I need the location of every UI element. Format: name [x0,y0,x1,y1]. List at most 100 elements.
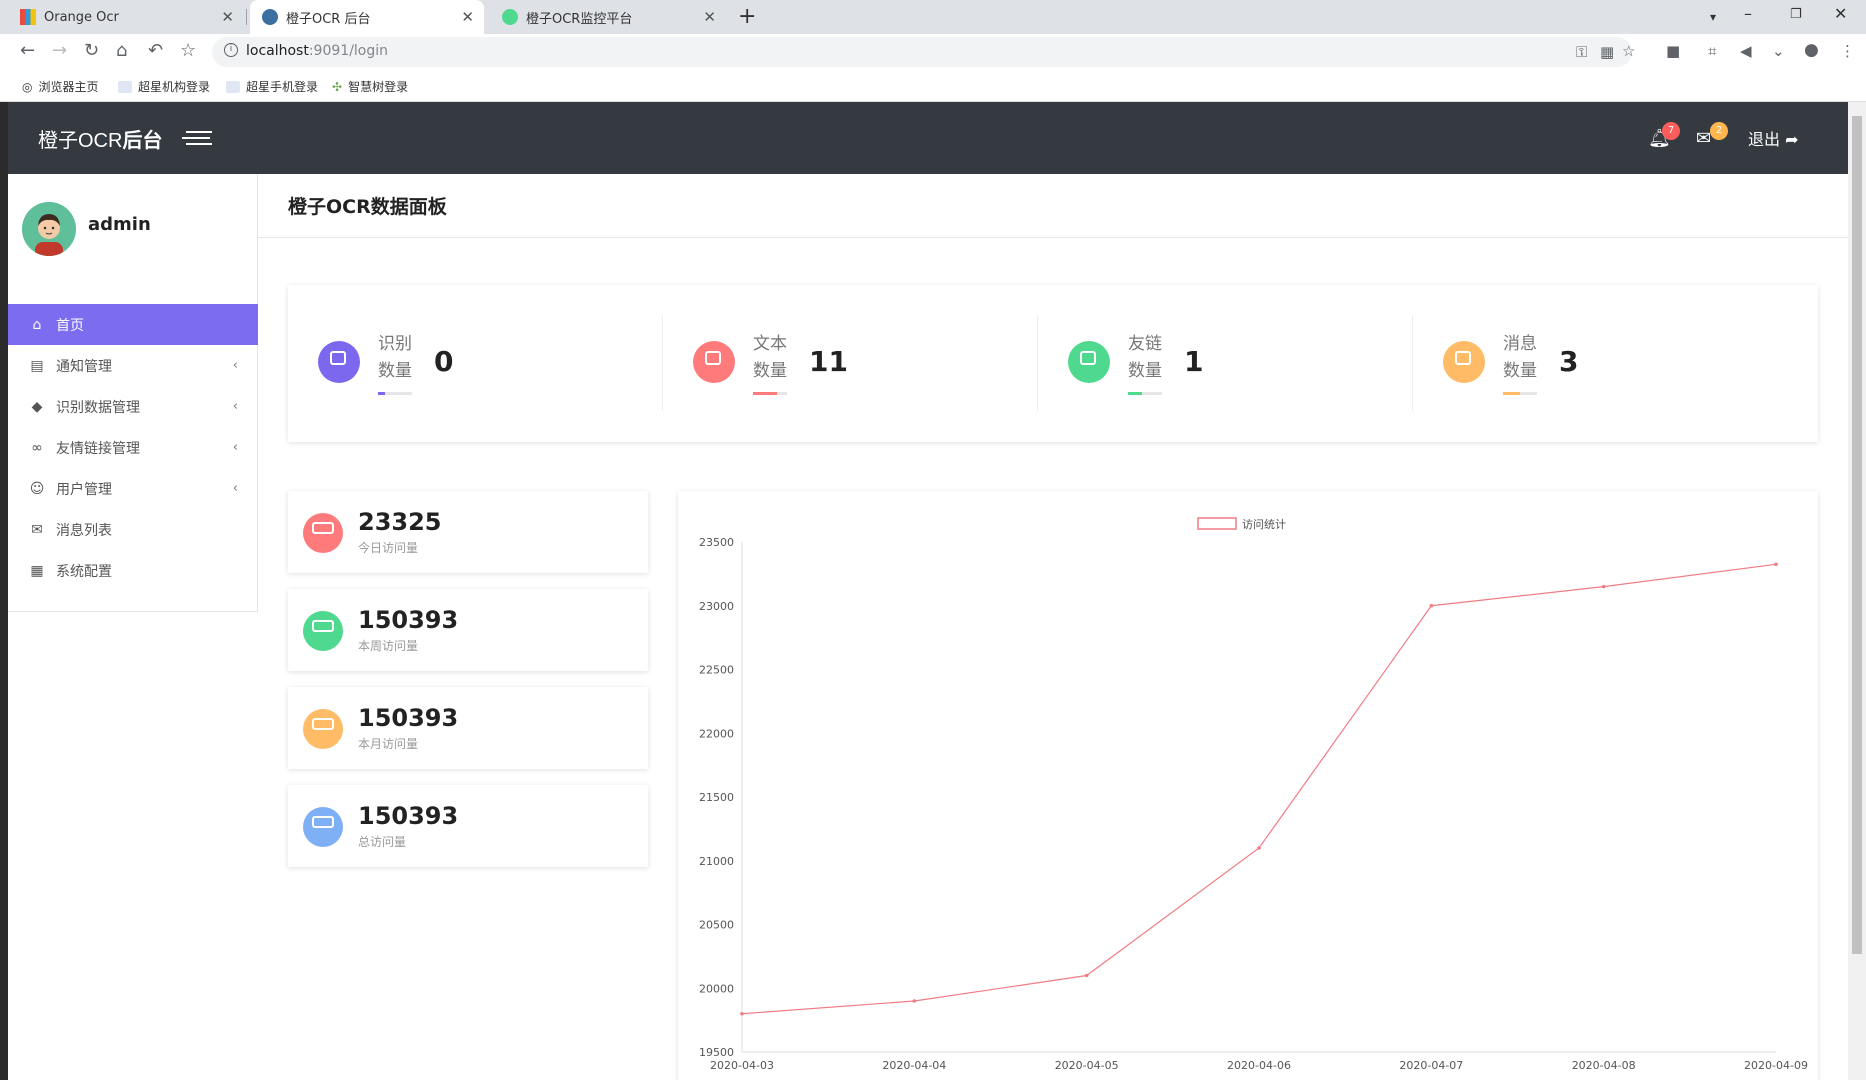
x-tick-label: 2020-04-04 [882,1059,946,1072]
site-info-icon[interactable]: i [224,43,238,57]
sidebar-item-label: 系统配置 [56,563,112,580]
stat-progress [1503,392,1537,395]
url-text[interactable]: localhost:9091/login [246,43,388,59]
sidebar-item-messages[interactable]: ✉ 消息列表 [8,509,258,550]
scrollbar-thumb[interactable] [1852,116,1862,954]
data-point [1774,562,1778,567]
logout-label: 退出 [1748,130,1781,149]
sidebar-toggle-icon[interactable] [180,128,214,148]
visit-chart-card: 19500 20000 20500 21000 21500 22000 22500 23000… [678,491,1818,1080]
extension-icon[interactable]: ■ [1666,42,1680,60]
sidebar-item-settings[interactable]: ▦ 系统配置 [8,550,258,591]
url-path: :9091/login [308,43,389,59]
orange-ocr-favicon-icon [20,9,36,25]
sidebar-item-label: 通知管理 [56,358,112,375]
visit-value: 150393 [358,704,459,732]
visit-label: 本周访问量 [358,639,419,653]
logout-button[interactable]: 退出 ➦ [1748,126,1799,150]
new-tab-plus-icon[interactable]: + [738,4,756,29]
mute-icon[interactable]: ◀ [1740,42,1752,60]
browser-tab-orange-ocr[interactable]: Orange Ocr ✕ [8,0,244,34]
sidebar-item-home[interactable]: ⌂ 首页 [8,304,258,345]
sidebar-item-users[interactable]: ☺ 用户管理 ‹ [8,468,258,509]
minimize-icon[interactable]: – [1744,4,1752,23]
brand-suffix: 后台 [122,130,163,152]
page-scrollbar[interactable] [1848,102,1866,1080]
browser-tab-label: Orange Ocr [44,9,119,25]
data-point [1084,973,1089,978]
mail-icon[interactable]: ✉ [1696,128,1711,149]
visit-label: 今日访问量 [358,541,419,555]
key-icon[interactable]: ⚿ [1576,43,1587,61]
x-tick-label: 2020-04-06 [1227,1059,1291,1072]
bookmark-label: 智慧树登录 [348,80,409,94]
window-close-icon[interactable]: ✕ [1834,4,1847,23]
sidebar-item-notice[interactable]: ▤ 通知管理 ‹ [8,345,258,386]
browser-menu-icon[interactable]: ⋮ [1840,42,1855,60]
globe-icon: ◎ [22,79,33,94]
bookmarks-bar: ◎ 浏览器主页 超星机构登录 超星手机登录 ✣ 智慧树登录 [0,70,1866,102]
reload-icon[interactable]: ↻ [84,40,99,61]
newspaper-icon: ▦ [30,562,44,579]
stat-progress [378,392,412,395]
envelope-icon: ✉ [31,521,43,538]
visit-card-today: 23325 今日访问量 [288,491,648,573]
stat-value: 1 [1184,345,1204,378]
sidebar-item-links[interactable]: ∞ 友情链接管理 ‹ [8,427,258,468]
bookmark-browser-home[interactable]: ◎ 浏览器主页 [22,78,99,95]
y-tick-label: 23500 [699,536,734,549]
visit-label: 总访问量 [358,835,407,849]
visit-value: 150393 [358,606,459,634]
avatar[interactable] [22,202,76,256]
sidebar-menu: ⌂ 首页 ▤ 通知管理 ‹ ◆ 识别数据管理 ‹ ∞ 友情链接管理 ‹ ☺ 用户… [8,304,258,591]
tab-search-chevron-icon[interactable]: ▾ [1710,10,1716,24]
brand-title[interactable]: 橙子OCR后台 [38,124,162,153]
profile-icon[interactable]: ● [1804,40,1819,60]
chevron-left-icon: ‹ [232,358,238,373]
stat-label: 友链 数量 [1128,334,1162,381]
browser-tab-label: 橙子OCR 后台 [286,11,371,27]
stat-label: 消息 数量 [1503,334,1537,381]
forward-arrow-icon[interactable]: → [52,40,67,61]
address-bar[interactable]: i localhost:9091/login ⚿ ▦ ☆ [212,37,1635,67]
restore-icon[interactable]: ❐ [1790,7,1802,22]
book-icon: ▤ [30,357,44,374]
stat-icon [318,341,360,383]
y-tick-label: 21500 [699,791,734,804]
visit-card-month: 150393 本月访问量 [288,687,648,769]
stat-icon [1443,341,1485,383]
back-arrow-icon[interactable]: ← [20,40,35,61]
bookmark-star-icon[interactable]: ☆ [180,40,196,61]
close-icon[interactable]: ✕ [461,8,474,26]
download-chevron-icon[interactable]: ⌄ [1772,42,1785,60]
bookmark-chaoxing-org[interactable]: 超星机构登录 [118,78,210,95]
mail-badge: 2 [1710,122,1728,140]
visit-value: 150393 [358,802,459,830]
window-left-edge [0,102,8,1080]
bookmark-zhihuishu[interactable]: ✣ 智慧树登录 [332,78,408,95]
browser-tab-ocr-monitor[interactable]: 橙子OCR监控平台 ✕ [490,0,726,34]
crop-icon[interactable]: ⌗ [1708,42,1716,60]
bookmark-chaoxing-mobile[interactable]: 超星手机登录 [226,78,318,95]
favorite-star-icon[interactable]: ☆ [1622,42,1635,60]
stat-label: 文本 数量 [753,334,787,381]
tag-icon: ◆ [31,398,43,415]
data-point [740,1011,744,1016]
qr-code-icon[interactable]: ▦ [1600,43,1614,61]
username: admin [88,214,151,235]
stat-recognition: 识别 数量 0 [288,285,663,442]
visit-icon [303,807,343,847]
undo-icon[interactable]: ↶ [148,40,163,61]
sidebar-item-recognition-data[interactable]: ◆ 识别数据管理 ‹ [8,386,258,427]
stat-links: 友链 数量 1 [1038,285,1413,442]
y-tick-label: 20500 [699,919,734,932]
data-point [1257,846,1261,850]
chevron-left-icon: ‹ [232,440,238,455]
close-icon[interactable]: ✕ [221,8,234,26]
close-icon[interactable]: ✕ [703,8,716,26]
y-tick-label: 21000 [699,855,734,868]
home-icon[interactable]: ⌂ [116,40,127,61]
browser-tab-ocr-admin[interactable]: 橙子OCR 后台 ✕ [250,0,484,34]
divider [258,237,1848,238]
x-tick-label: 2020-04-05 [1055,1059,1119,1072]
